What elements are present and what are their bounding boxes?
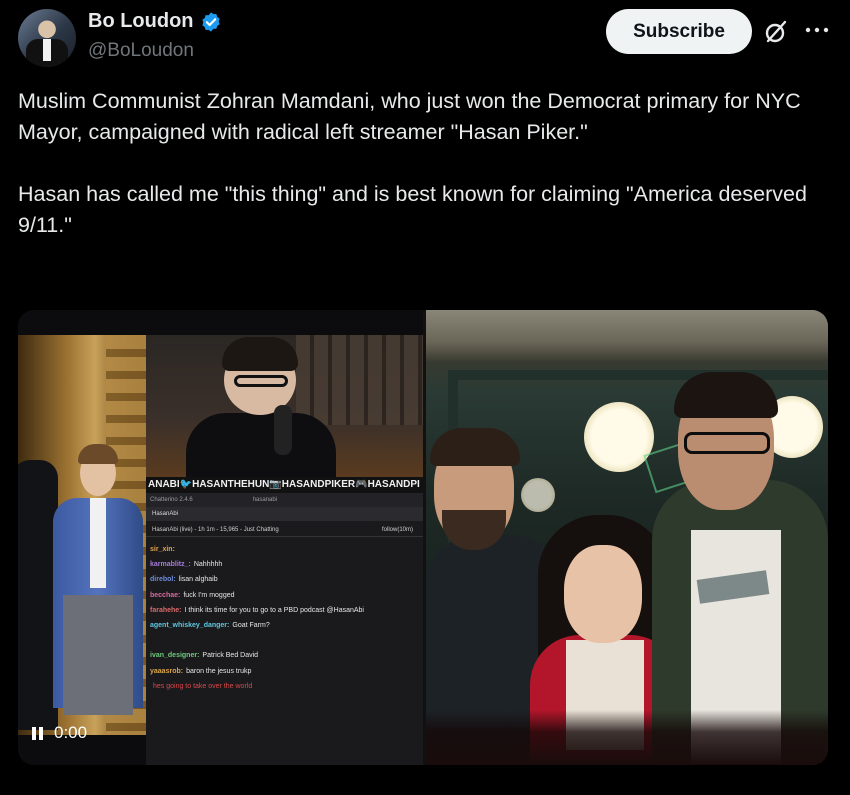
chat-message: sir_xin:: [150, 546, 175, 553]
chat-message: karmablitz_: Nahhhhh: [150, 561, 223, 569]
lamp-light: [521, 478, 555, 512]
video-timecode: 0:00: [54, 723, 88, 742]
chat-message: hes going to take over the world: [153, 682, 253, 690]
pause-icon[interactable]: [30, 725, 46, 741]
person-middle: [564, 545, 642, 643]
grok-icon[interactable]: [762, 18, 790, 46]
video-thumbnail[interactable]: ANABI🐦HASANTHEHUN📷HASANDPIKER🎮HASANDPI C…: [18, 310, 423, 765]
author-name[interactable]: Bo Loudon: [88, 10, 194, 33]
tweet-text: Muslim Communist Zohran Mamdani, who jus…: [18, 89, 807, 237]
chat-message: yaaasrob: baron the jesus trukp: [150, 667, 252, 675]
chat-message: becchae: fuck I'm mogged: [150, 591, 235, 599]
chat-titlebar: Chatterino 2.4.6 hasanabi: [146, 493, 423, 507]
stream-overlay: ANABI🐦HASANTHEHUN📷HASANDPIKER🎮HASANDPI C…: [146, 335, 423, 765]
chat-message: agent_whiskey_danger: Goat Farm?: [150, 622, 270, 630]
lamp-light: [584, 402, 654, 472]
more-icon[interactable]: [804, 22, 830, 38]
author-handle[interactable]: @BoLoudon: [88, 40, 194, 62]
chat-status-text: HasanAbi (live) - 1h 1m - 15,965 - Just …: [152, 527, 279, 533]
verified-badge-icon: [201, 11, 220, 32]
chat-follow: follow(10m): [381, 527, 413, 533]
chat-message: [150, 633, 420, 648]
chat-status: HasanAbi (live) - 1h 1m - 15,965 - Just …: [146, 523, 423, 537]
avatar[interactable]: [18, 9, 76, 67]
streamer-webcam: [146, 335, 423, 477]
chat-app-name: Chatterino 2.4.6: [150, 497, 193, 503]
author-name-row[interactable]: Bo Loudon: [88, 10, 222, 33]
chat-message: farahehe: I think its time for you to go …: [150, 606, 364, 614]
chat-message: direbol: lisan alghaib: [150, 576, 218, 584]
chat-tab: HasanAbi: [146, 507, 423, 521]
video-controls[interactable]: 0:00: [30, 718, 130, 748]
stream-banner: ANABI🐦HASANTHEHUN📷HASANDPIKER🎮HASANDPI: [146, 477, 423, 493]
chat-user: hasanabi: [252, 497, 278, 503]
chat-message: ivan_designer: Patrick Bed David: [150, 652, 259, 660]
subscribe-button[interactable]: Subscribe: [606, 9, 752, 54]
microphone-icon: [274, 405, 292, 455]
tweet-header: Bo Loudon @BoLoudon Subscribe: [0, 0, 850, 80]
chat-messages: sir_xin: karmablitz_: Nahhhhh direbol: lis…: [150, 542, 420, 694]
photo-image[interactable]: [426, 310, 828, 765]
tweet-media[interactable]: ANABI🐦HASANTHEHUN📷HASANDPIKER🎮HASANDPI C…: [18, 310, 828, 765]
person-silhouette: [18, 460, 58, 730]
